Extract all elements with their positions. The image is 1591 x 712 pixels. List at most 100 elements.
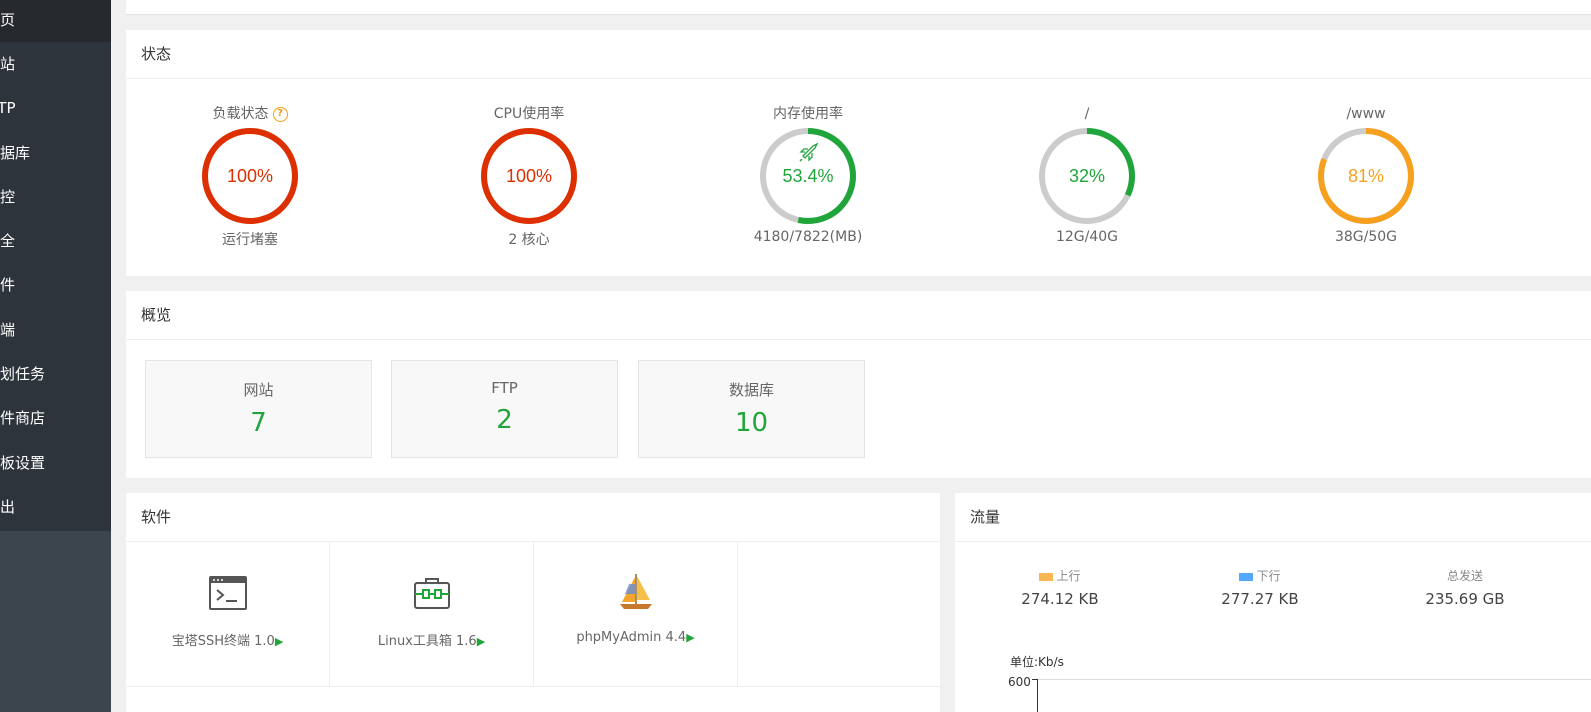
sidebar-item-label: 网站	[0, 55, 16, 73]
gauge-title: /	[1084, 106, 1090, 122]
toolbox-icon	[413, 578, 450, 609]
gauge-value: 100%	[227, 166, 273, 186]
sidebar-item-label: 数据库	[0, 143, 31, 162]
top-panel-edge	[126, 0, 1591, 15]
overview-label: FTP	[491, 379, 518, 397]
sidebar-item-ftp[interactable]: FTP	[0, 86, 111, 130]
sidebar-item-label: 面板设置	[0, 453, 46, 472]
traffic-title: 流量	[955, 493, 1591, 542]
sidebar-item-store[interactable]: 软件商店	[0, 396, 111, 440]
overview-label: 数据库	[728, 381, 774, 399]
upload-legend-swatch	[1039, 572, 1054, 581]
rocket-icon[interactable]	[799, 142, 819, 162]
overview-count: 7	[250, 408, 267, 438]
software-grid: 宝塔SSH终端 1.0▶ Linux工具箱 1.6▶ phpMyAdmin 4.…	[126, 542, 942, 712]
chart-unit-label: 单位:Kb/s	[1010, 655, 1064, 669]
traffic-value: 277.27 KB	[1221, 590, 1299, 608]
overview-panel: 概览 网站 7 FTP 2 数据库 10	[126, 291, 1591, 478]
sidebar-item-logout[interactable]: 退出	[0, 485, 111, 529]
sidebar-item-cron[interactable]: 计划任务	[0, 352, 111, 396]
traffic-download: 下行 277.27 KB	[1160, 567, 1360, 608]
gauge-value: 32%	[1069, 166, 1105, 186]
gauge-disk-www[interactable]: /www 81% 38G/50G	[1246, 104, 1486, 245]
traffic-label: 上行	[1056, 569, 1081, 583]
software-item-ssh[interactable]: 宝塔SSH终端 1.0▶	[126, 542, 330, 687]
sidebar-item-label: 终端	[0, 320, 16, 339]
sidebar-item-label: 监控	[0, 187, 16, 206]
overview-card-website[interactable]: 网站 7	[145, 360, 372, 458]
traffic-label: 总发送	[1446, 569, 1483, 583]
gauge-disk-root[interactable]: / 32% 12G/40G	[967, 104, 1207, 245]
gauge-value: 53.4%	[782, 166, 833, 186]
gauge-title: /www	[1346, 106, 1386, 122]
sidebar-item-security[interactable]: 安全	[0, 219, 111, 263]
overview-count: 2	[496, 405, 513, 435]
sidebar-item-database[interactable]: 数据库	[0, 131, 111, 175]
sidebar-item-terminal[interactable]: 终端	[0, 308, 111, 352]
gauge-title: 内存使用率	[773, 106, 843, 122]
gauge-title: 负载状态	[212, 106, 269, 122]
sidebar-item-label: FTP	[0, 99, 16, 118]
play-icon[interactable]: ▶	[477, 635, 485, 648]
sidebar-item-label: 首页	[0, 11, 16, 29]
traffic-value: 274.12 KB	[1021, 590, 1099, 608]
sidebar-item-label: 安全	[0, 232, 16, 251]
software-item-phpmyadmin[interactable]: phpMyAdmin 4.4▶	[534, 542, 738, 687]
traffic-upload: 上行 274.12 KB	[960, 567, 1160, 608]
overview-card-ftp[interactable]: FTP 2	[391, 360, 618, 458]
software-item-toolbox[interactable]: Linux工具箱 1.6▶	[330, 542, 534, 687]
status-title: 状态	[126, 30, 1591, 79]
gauge-memory[interactable]: 内存使用率 53.4% 4180/7822(MB)	[688, 104, 928, 245]
chart-gridline	[1037, 679, 1591, 680]
terminal-icon	[208, 576, 247, 610]
software-name: Linux工具箱 1.6	[377, 634, 477, 649]
sidebar: 首页 网站 FTP 数据库 监控 安全 文件 终端 计划任务 软件商店 面板设置…	[0, 0, 111, 712]
sidebar-item-label: 计划任务	[0, 365, 46, 384]
software-panel: 软件 宝塔SSH终端 1.0▶ Linux工具箱 1.6▶ phpMyAdmin…	[126, 493, 942, 712]
gauge-ring: 100%	[481, 128, 577, 224]
gauge-cpu[interactable]: CPU使用率 100% 2 核心	[409, 104, 649, 249]
gauge-subtitle: 12G/40G	[1055, 229, 1119, 245]
traffic-total-sent: 总发送 235.69 GB	[1365, 567, 1565, 608]
help-icon[interactable]: ?	[272, 106, 288, 122]
y-tick-label: 600	[1008, 675, 1031, 689]
sidebar-item-files[interactable]: 文件	[0, 263, 111, 307]
gauge-ring: 32%	[1039, 128, 1135, 224]
sidebar-item-settings[interactable]: 面板设置	[0, 441, 111, 485]
traffic-value: 235.69 GB	[1425, 590, 1505, 608]
overview-card-database[interactable]: 数据库 10	[638, 360, 865, 458]
chart-y-tick	[1032, 679, 1037, 680]
sidebar-item-label: 文件	[0, 276, 16, 295]
software-name: phpMyAdmin 4.4	[576, 630, 687, 645]
status-panel: 状态 负载状态? 100% 运行堵塞 CPU使用率 100% 2 核心 内存使用…	[126, 30, 1591, 276]
gauge-ring: 81%	[1318, 128, 1414, 224]
sidebar-item-label: 退出	[0, 497, 16, 516]
gauge-value: 81%	[1348, 166, 1384, 186]
sidebar-item-monitor[interactable]: 监控	[0, 175, 111, 219]
gauge-ring: 53.4%	[760, 128, 856, 224]
play-icon[interactable]: ▶	[686, 631, 694, 644]
gauge-value: 100%	[506, 166, 552, 186]
gauge-ring: 100%	[202, 128, 298, 224]
traffic-label: 下行	[1256, 569, 1281, 583]
sidebar-menu: 首页 网站 FTP 数据库 监控 安全 文件 终端 计划任务 软件商店 面板设置…	[0, 0, 111, 531]
overview-label: 网站	[243, 381, 274, 399]
gauge-subtitle: 运行堵塞	[222, 232, 278, 248]
overview-count: 10	[734, 408, 769, 438]
sidebar-item-label: 软件商店	[0, 409, 46, 428]
gauge-subtitle: 4180/7822(MB)	[753, 229, 863, 245]
download-legend-swatch	[1239, 572, 1254, 581]
gauge-subtitle: 38G/50G	[1334, 229, 1398, 245]
play-icon[interactable]: ▶	[275, 635, 283, 648]
software-name: 宝塔SSH终端 1.0	[171, 634, 275, 649]
software-item-empty	[738, 542, 942, 687]
sidebar-item-website[interactable]: 网站	[0, 42, 111, 86]
gauge-load[interactable]: 负载状态? 100% 运行堵塞	[130, 104, 370, 249]
overview-title: 概览	[126, 291, 1591, 340]
gauge-subtitle: 2 核心	[508, 232, 550, 248]
chart-y-axis	[1037, 679, 1038, 712]
sidebar-item-home[interactable]: 首页	[0, 0, 111, 42]
traffic-panel: 流量 上行 274.12 KB 下行 277.27 KB 总发送 235.69 …	[955, 493, 1591, 712]
sailboat-icon	[619, 574, 652, 609]
software-title: 软件	[126, 493, 940, 542]
